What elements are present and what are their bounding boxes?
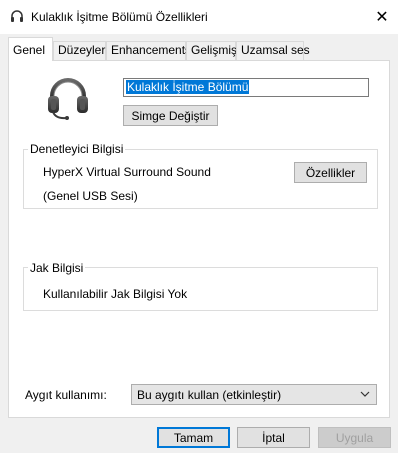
device-usage-label: Aygıt kullanımı: <box>25 388 107 402</box>
controller-info-title: Denetleyici Bilgisi <box>28 142 126 156</box>
device-name-value: Kulaklık İşitme Bölümü <box>126 80 250 94</box>
close-button[interactable]: ✕ <box>366 0 398 34</box>
tab-gelismis[interactable]: Gelişmiş <box>186 41 237 60</box>
ok-button[interactable]: Tamam <box>157 427 230 448</box>
tab-genel[interactable]: Genel <box>8 37 53 61</box>
tab-enhancements[interactable]: Enhancements <box>106 41 191 60</box>
controller-name: HyperX Virtual Surround Sound <box>43 165 211 179</box>
device-name-input[interactable]: Kulaklık İşitme Bölümü <box>123 78 369 97</box>
close-icon: ✕ <box>375 9 389 26</box>
device-usage-value: Bu aygıtı kullan (etkinleştir) <box>137 387 282 402</box>
headset-icon <box>48 78 88 120</box>
cancel-button[interactable]: İptal <box>237 427 310 448</box>
apply-button[interactable]: Uygula <box>318 427 391 448</box>
chevron-down-icon <box>360 391 370 397</box>
jack-status: Kullanılabilir Jak Bilgisi Yok <box>43 287 188 301</box>
jack-info-title: Jak Bilgisi <box>28 261 86 275</box>
controller-subtitle: (Genel USB Sesi) <box>43 189 138 203</box>
tab-duzeyler[interactable]: Düzeyler <box>53 41 106 60</box>
headset-icon <box>11 10 23 22</box>
device-usage-select[interactable]: Bu aygıtı kullan (etkinleştir) <box>131 384 377 405</box>
window-title: Kulaklık İşitme Bölümü Özellikleri <box>31 10 208 24</box>
change-icon-button[interactable]: Simge Değiştir <box>123 105 218 126</box>
properties-button[interactable]: Özellikler <box>294 162 367 183</box>
tab-uzamsal-ses[interactable]: Uzamsal ses <box>236 41 310 60</box>
